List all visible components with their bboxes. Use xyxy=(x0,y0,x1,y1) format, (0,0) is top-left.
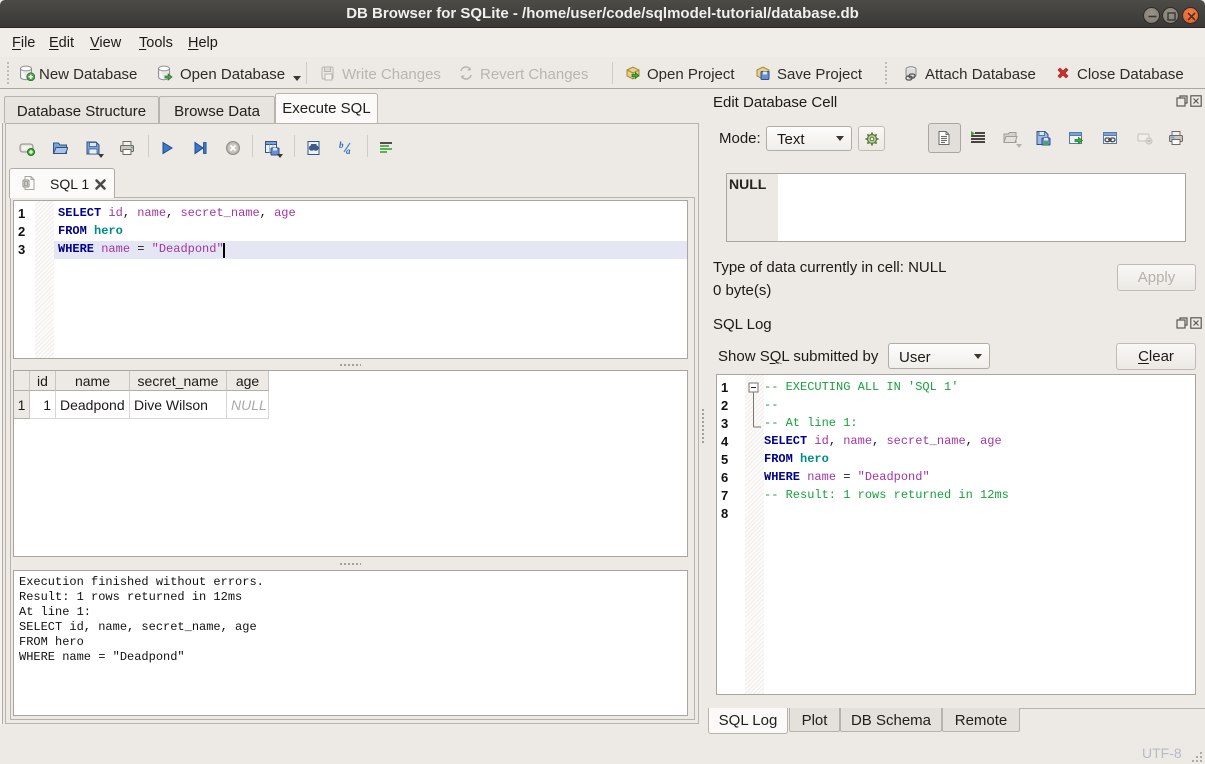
svg-text:b: b xyxy=(339,140,344,150)
